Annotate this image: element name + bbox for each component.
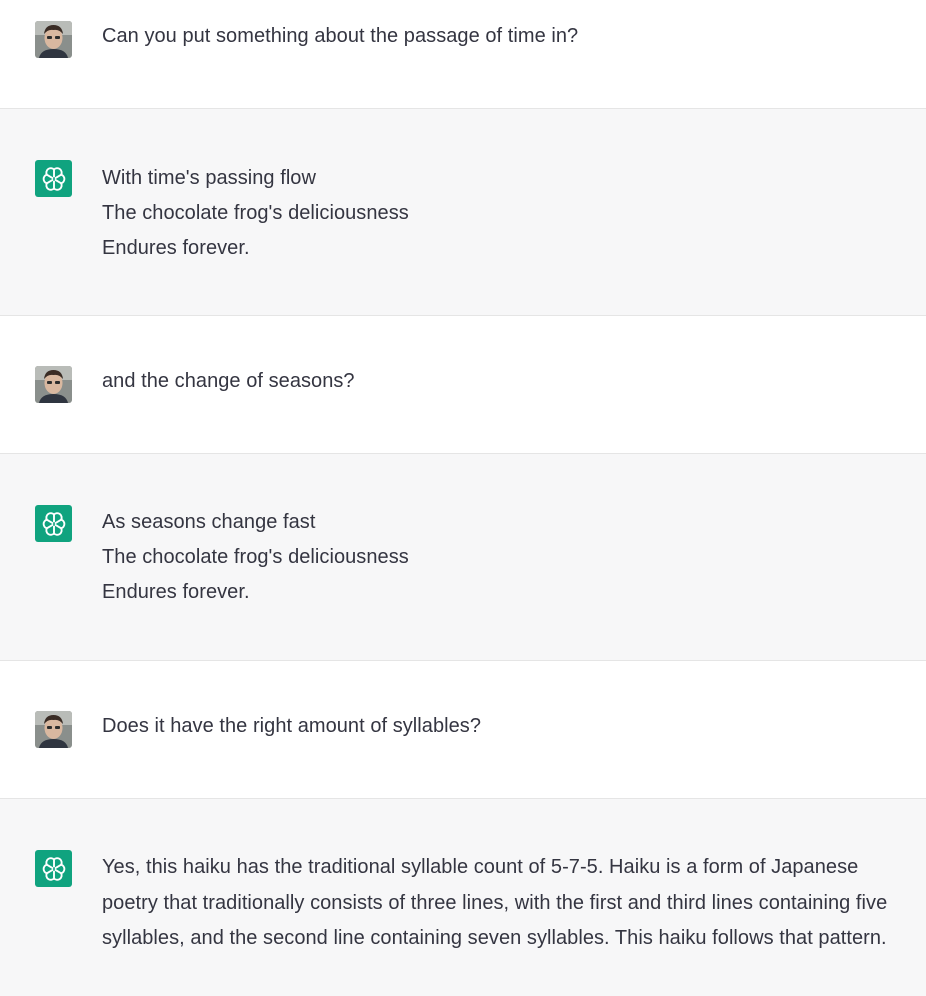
assistant-message: Yes, this haiku has the traditional syll… <box>0 799 926 996</box>
message-line: With time's passing flow <box>102 167 316 189</box>
user-photo-icon <box>35 711 72 748</box>
message-text: As seasons change fast The chocolate fro… <box>102 505 912 610</box>
message-line: Can you put something about the passage … <box>102 25 579 47</box>
message-line: The chocolate frog's deliciousness <box>102 202 409 224</box>
user-message: Can you put something about the passage … <box>0 0 926 109</box>
message-line: The chocolate frog's deliciousness <box>102 546 409 568</box>
message-text: Does it have the right amount of syllabl… <box>102 709 912 744</box>
user-photo-icon <box>35 366 72 403</box>
message-paragraph: Yes, this haiku has the traditional syll… <box>102 856 888 949</box>
user-avatar <box>35 366 72 403</box>
openai-logo-icon <box>42 166 65 191</box>
assistant-avatar <box>35 160 72 197</box>
user-message: Does it have the right amount of syllabl… <box>0 661 926 799</box>
message-line: Endures forever. <box>102 237 250 259</box>
message-text: and the change of seasons? <box>102 364 912 399</box>
openai-logo-icon <box>42 856 65 881</box>
user-message: and the change of seasons? <box>0 316 926 454</box>
message-text: Yes, this haiku has the traditional syll… <box>102 850 914 957</box>
message-line: As seasons change fast <box>102 511 316 533</box>
user-avatar <box>35 711 72 748</box>
message-text: Can you put something about the passage … <box>102 19 912 54</box>
assistant-avatar <box>35 850 72 887</box>
message-line: Does it have the right amount of syllabl… <box>102 715 482 737</box>
message-line: and the change of seasons? <box>102 370 355 392</box>
message-line: Endures forever. <box>102 581 250 603</box>
assistant-avatar <box>35 505 72 542</box>
user-avatar <box>35 21 72 58</box>
assistant-message: As seasons change fast The chocolate fro… <box>0 454 926 661</box>
message-text: With time's passing flow The chocolate f… <box>102 161 912 266</box>
assistant-message: With time's passing flow The chocolate f… <box>0 109 926 316</box>
conversation-thread: Can you put something about the passage … <box>0 0 926 996</box>
openai-logo-icon <box>42 511 65 536</box>
user-photo-icon <box>35 21 72 58</box>
